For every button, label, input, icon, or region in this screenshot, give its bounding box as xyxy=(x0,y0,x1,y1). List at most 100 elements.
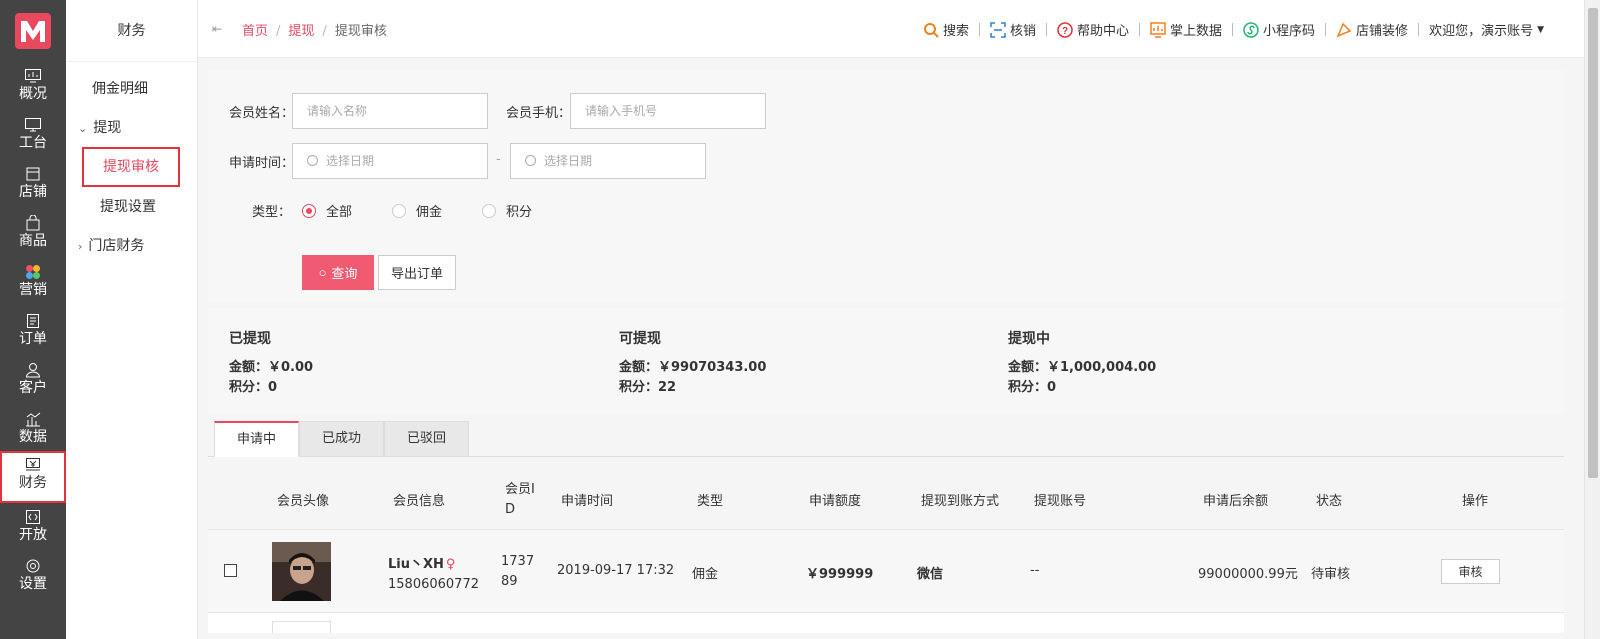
column-header: 提现账号 xyxy=(1034,494,1087,509)
top-link-label: 小程序码 xyxy=(1263,24,1316,39)
type-radio-commission[interactable]: 佣金 xyxy=(392,201,442,220)
rail-item-finance[interactable]: 财务 xyxy=(0,451,66,503)
scrollbar-thumb[interactable] xyxy=(1588,8,1598,478)
query-button[interactable]: ○ 查询 xyxy=(302,255,374,290)
breadcrumb-home[interactable]: 首页 xyxy=(242,24,268,39)
top-link-search[interactable]: 搜索 xyxy=(923,20,969,39)
radio-label: 佣金 xyxy=(416,205,443,220)
top-bar: ⇤ 首页 / 提现 / 提现审核 搜索 核销 ? 帮助中心 掌上数据 小程序码 … xyxy=(198,0,1584,58)
bag-icon xyxy=(26,215,40,231)
audit-button[interactable]: 审核 xyxy=(1441,559,1500,584)
scan-icon xyxy=(990,21,1006,38)
member-info: Liu丶XH ♀ 15806060772 xyxy=(388,555,479,595)
rail-item-settings[interactable]: 设置 xyxy=(0,554,66,604)
apply-time: 2019-09-17 17:32 xyxy=(557,563,675,578)
member-phone-input[interactable]: 请输入手机号 xyxy=(570,93,766,129)
rail-item-customers[interactable]: 客户 xyxy=(0,358,66,408)
collapse-menu-icon[interactable]: ⇤ xyxy=(212,22,222,36)
breadcrumb-separator: / xyxy=(322,24,327,39)
rail-item-data[interactable]: 数据 xyxy=(0,407,66,457)
start-date-picker[interactable]: 选择日期 xyxy=(292,143,488,179)
table-row: Liu丶XH ♀ 15806060772 173789 2019-09-17 17… xyxy=(208,530,1564,613)
stat-amount: 金额：￥1,000,004.00 xyxy=(1008,360,1157,375)
search-icon xyxy=(923,22,939,38)
top-link-label: 店铺装修 xyxy=(1356,24,1409,39)
svg-text:?: ? xyxy=(1062,26,1068,37)
radio-dot xyxy=(302,203,316,218)
tab-applying[interactable]: 申请中 xyxy=(214,421,299,457)
member-name-input[interactable]: 请输入名称 xyxy=(292,93,488,129)
column-header: 类型 xyxy=(697,494,724,509)
member-name-label: 会员姓名： xyxy=(229,106,295,121)
member-id: 173789 xyxy=(501,554,535,589)
column-header: 会员信息 xyxy=(393,494,446,509)
divider xyxy=(1418,23,1420,36)
chevron-down-icon: ⌄ xyxy=(78,122,88,135)
tab-rejected[interactable]: 已驳回 xyxy=(384,421,469,457)
top-link-decoration[interactable]: 店铺装修 xyxy=(1336,20,1408,39)
column-header: 申请时间 xyxy=(561,494,614,509)
rail-item-store[interactable]: 店铺 xyxy=(0,162,66,212)
stat-in-progress: 提现中 金额：￥1,000,004.00 积分：0 xyxy=(1008,328,1156,398)
apply-time-label: 申请时间： xyxy=(229,156,295,171)
date-placeholder: 选择日期 xyxy=(326,154,375,168)
withdraw-method: 微信 xyxy=(917,567,944,582)
account-menu[interactable]: 欢迎您，演示账号 ▼ xyxy=(1429,20,1544,39)
subnav-item-withdraw-settings[interactable]: 提现设置 xyxy=(100,196,156,216)
rail-item-open[interactable]: 开放 xyxy=(0,505,66,555)
rail-label: 客户 xyxy=(19,380,47,396)
top-link-mini-program[interactable]: 小程序码 xyxy=(1243,20,1315,39)
top-link-help[interactable]: ? 帮助中心 xyxy=(1057,20,1129,39)
rail-item-marketing[interactable]: 营销 xyxy=(0,260,66,310)
stat-title: 提现中 xyxy=(1008,331,1050,347)
rail-item-orders[interactable]: 订单 xyxy=(0,309,66,359)
row-checkbox[interactable] xyxy=(224,564,237,577)
page-scrollbar[interactable] xyxy=(1584,0,1600,639)
date-range-separator: - xyxy=(496,152,501,167)
stat-title: 已提现 xyxy=(229,331,271,347)
breadcrumb-withdraw[interactable]: 提现 xyxy=(288,24,314,39)
type-radio-all[interactable]: 全部 xyxy=(302,201,352,220)
stat-amount: 金额：￥99070343.00 xyxy=(619,360,767,375)
brand-logo[interactable] xyxy=(0,0,66,62)
end-date-picker[interactable]: 选择日期 xyxy=(510,143,706,179)
user-icon xyxy=(25,363,41,378)
breadcrumb: 首页 / 提现 / 提现审核 xyxy=(242,20,387,39)
rail-label: 店铺 xyxy=(19,184,47,200)
stats-panel: 已提现 金额：￥0.00 积分：0 可提现 金额：￥99070343.00 积分… xyxy=(208,308,1564,414)
export-orders-button[interactable]: 导出订单 xyxy=(378,255,456,290)
divider xyxy=(1139,23,1141,36)
rail-item-workbench[interactable]: 工台 xyxy=(0,113,66,163)
divider xyxy=(1046,23,1047,36)
top-link-label: 搜索 xyxy=(942,24,969,39)
data-chart-icon xyxy=(26,412,41,427)
tab-succeeded[interactable]: 已成功 xyxy=(299,421,384,457)
rail-label: 订单 xyxy=(19,331,47,347)
rail-item-overview[interactable]: 概况 xyxy=(0,64,66,114)
radio-dot xyxy=(392,203,406,218)
table-row-partial xyxy=(208,613,1564,633)
subnav-group-withdraw[interactable]: ⌄ 提现 xyxy=(78,117,121,137)
top-link-mobile-data[interactable]: 掌上数据 xyxy=(1150,20,1222,39)
subnav-item-withdraw-audit[interactable]: 提现审核 xyxy=(82,147,180,187)
apply-amount: ￥999999 xyxy=(806,567,874,582)
type-radio-points[interactable]: 积分 xyxy=(482,201,532,220)
store-icon xyxy=(26,167,40,181)
radio-label: 积分 xyxy=(506,205,533,220)
rail-label: 营销 xyxy=(19,282,47,298)
rail-label: 工台 xyxy=(19,135,47,151)
member-phone: 15806060772 xyxy=(388,577,479,592)
column-header: 提现到账方式 xyxy=(921,494,1000,509)
subnav-group-store-finance[interactable]: › 门店财务 xyxy=(78,235,144,255)
column-header: 操作 xyxy=(1462,494,1489,509)
balance-after: 99000000.99元 xyxy=(1198,567,1298,582)
top-link-verify[interactable]: 核销 xyxy=(990,20,1036,39)
desktop-icon xyxy=(25,118,41,132)
subnav-item-commission[interactable]: 佣金明细 xyxy=(92,78,148,98)
stat-points: 积分：22 xyxy=(619,380,677,395)
rail-label: 设置 xyxy=(19,576,47,592)
rail-item-goods[interactable]: 商品 xyxy=(0,211,66,261)
column-header: 会员ID xyxy=(505,482,535,517)
stat-withdrawn: 已提现 金额：￥0.00 积分：0 xyxy=(229,328,313,398)
top-link-label: 核销 xyxy=(1009,24,1036,39)
